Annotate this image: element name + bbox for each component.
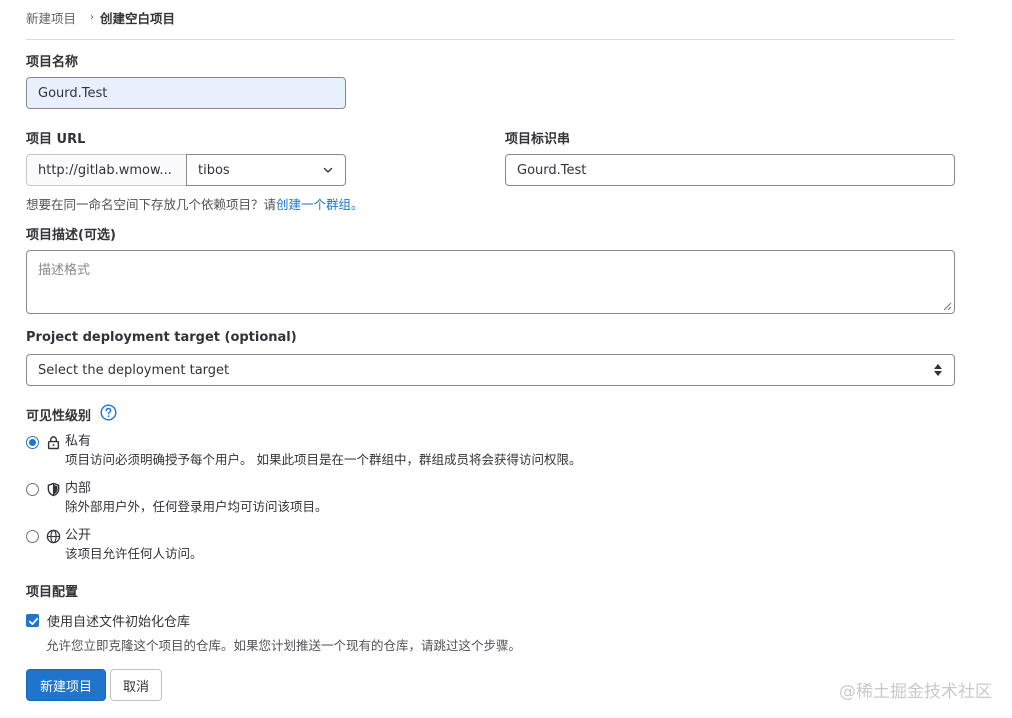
group-help-prefix: 想要在同一命名空间下存放几个依赖项目？请 [26, 197, 277, 212]
sort-arrows-icon [934, 364, 942, 376]
create-project-button[interactable]: 新建项目 [26, 669, 106, 701]
visibility-option-internal[interactable]: 内部 除外部用户外，任何登录用户均可访问该项目。 [26, 480, 328, 515]
visibility-option-private[interactable]: 私有 项目访问必须明确授予每个用户。 如果此项目是在一个群组中，群组成员将会获得… [26, 433, 581, 468]
breadcrumb-current: 创建空白项目 [100, 11, 176, 26]
lock-icon [47, 436, 60, 450]
project-name-label: 项目名称 [26, 55, 79, 70]
project-slug-label: 项目标识串 [505, 132, 571, 147]
project-url-label: 项目 URL [26, 132, 86, 147]
internal-desc: 除外部用户外，任何登录用户均可访问该项目。 [65, 499, 328, 514]
project-url-group: http://gitlab.wmow... tibos [26, 154, 346, 186]
deployment-target-select[interactable]: Select the deployment target [26, 354, 955, 386]
visibility-option-public[interactable]: 公开 该项目允许任何人访问。 [26, 527, 203, 562]
description-textarea[interactable]: 描述格式 [26, 250, 955, 314]
shield-icon [47, 482, 60, 497]
private-title: 私有 [65, 434, 92, 449]
resize-grip-icon[interactable] [943, 302, 952, 311]
checkmark-icon [28, 617, 39, 625]
breadcrumb: 新建项目 › 创建空白项目 [26, 8, 175, 27]
namespace-select[interactable]: tibos [186, 154, 346, 186]
internal-radio[interactable] [26, 483, 39, 496]
new-project-page: 新建项目 › 创建空白项目 项目名称 Gourd.Test 项目 URL htt… [0, 0, 1012, 718]
readme-label: 使用自述文件初始化仓库 [47, 615, 191, 630]
private-desc: 项目访问必须明确授予每个用户。 如果此项目是在一个群组中，群组成员将会获得访问权… [65, 452, 582, 467]
readme-checkbox[interactable] [26, 614, 39, 627]
internal-title: 内部 [65, 481, 92, 496]
deployment-label: Project deployment target (optional) [26, 330, 297, 345]
visibility-label: 可见性级别 [26, 409, 92, 424]
group-help-text: 想要在同一命名空间下存放几个依赖项目？请创建一个群组。 [26, 194, 364, 213]
chevron-down-icon [323, 167, 333, 173]
question-circle-icon[interactable] [100, 404, 117, 421]
project-url-prefix: http://gitlab.wmow... [26, 154, 186, 186]
deployment-selected: Select the deployment target [38, 362, 230, 378]
breadcrumb-chevron-icon: › [90, 12, 95, 23]
cancel-button[interactable]: 取消 [110, 669, 162, 701]
namespace-value: tibos [198, 162, 230, 178]
create-group-link[interactable]: 创建一个群组。 [276, 197, 364, 212]
watermark: @稀土掘金技术社区 [839, 682, 992, 702]
public-desc: 该项目允许任何人访问。 [65, 546, 203, 561]
readme-desc: 允许您立即克隆这个项目的仓库。如果您计划推送一个现有的仓库，请跳过这个步骤。 [46, 638, 522, 653]
private-radio[interactable] [26, 436, 39, 449]
public-radio[interactable] [26, 530, 39, 543]
description-label: 项目描述(可选) [26, 228, 116, 243]
description-placeholder: 描述格式 [38, 263, 91, 278]
globe-icon [46, 529, 61, 544]
project-slug-input[interactable]: Gourd.Test [505, 154, 955, 186]
public-title: 公开 [65, 528, 92, 543]
project-config-label: 项目配置 [26, 585, 79, 600]
breadcrumb-new-project[interactable]: 新建项目 [26, 8, 76, 27]
project-name-input[interactable]: Gourd.Test [26, 77, 346, 109]
readme-option[interactable]: 使用自述文件初始化仓库 [26, 611, 190, 630]
divider [26, 39, 955, 40]
